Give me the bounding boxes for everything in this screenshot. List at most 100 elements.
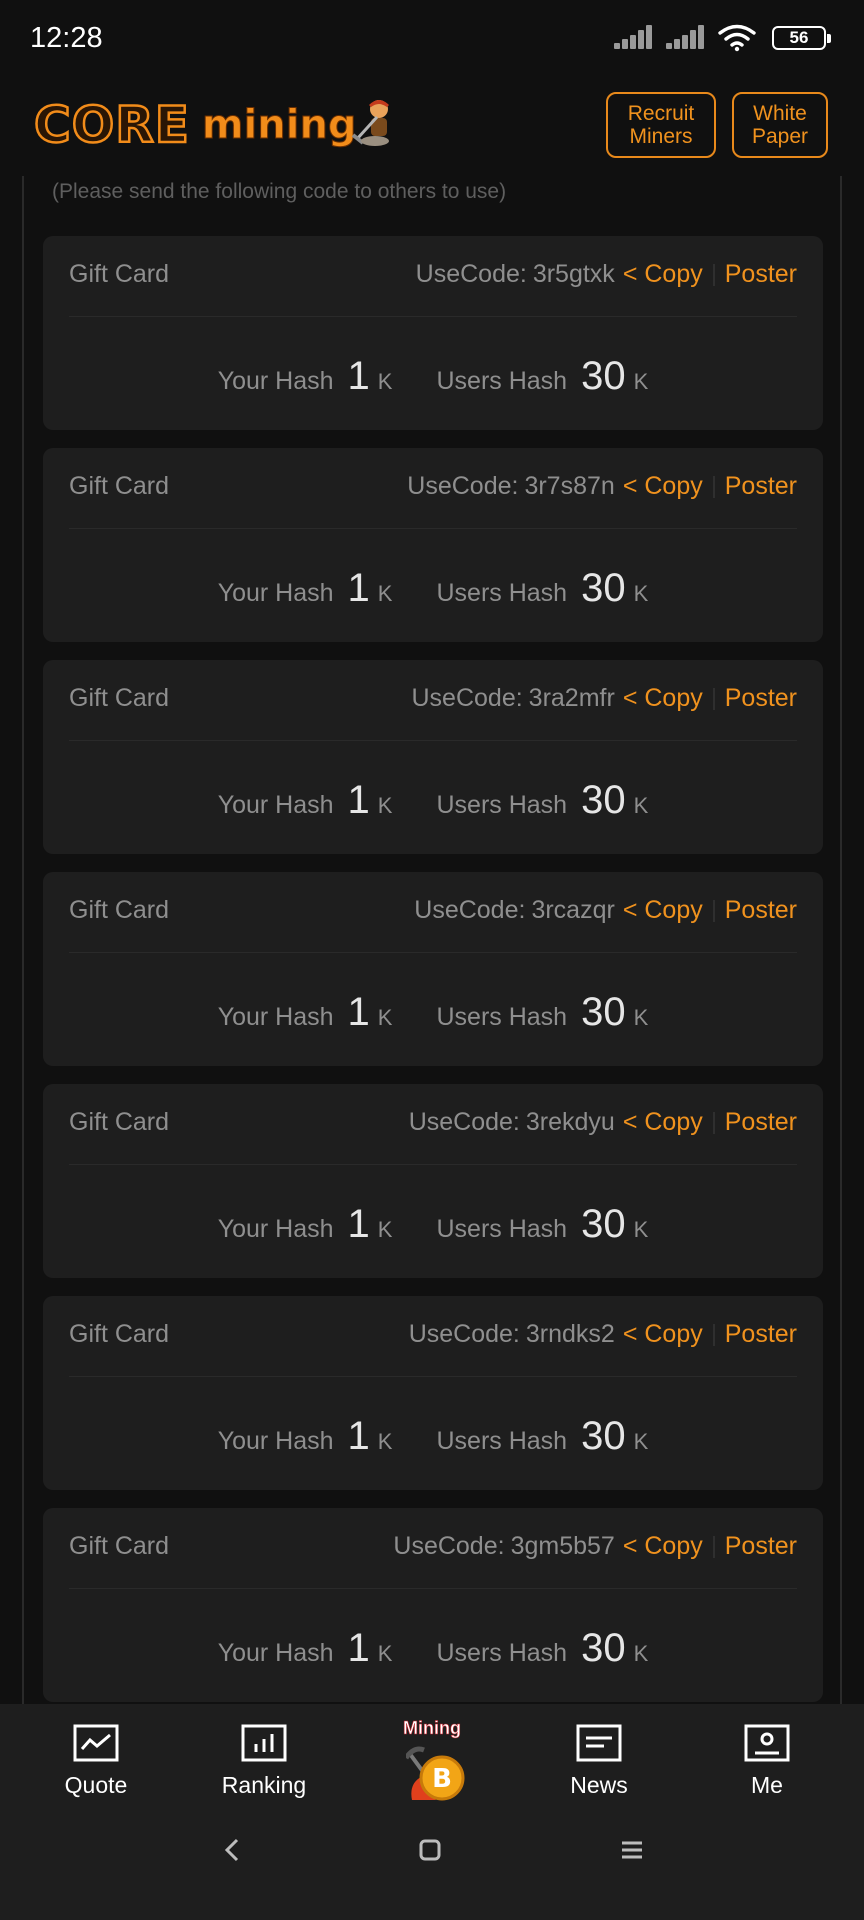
nav-quote[interactable]: Quote — [36, 1724, 156, 1799]
poster-button[interactable]: Poster — [725, 1532, 797, 1561]
battery-level: 56 — [789, 28, 809, 47]
your-hash-label: Your Hash — [217, 791, 334, 819]
users-hash-value: 30 — [581, 778, 626, 822]
your-hash-unit: K — [377, 1005, 393, 1030]
users-hash-value: 30 — [581, 1414, 626, 1458]
card-title: Gift Card — [69, 684, 170, 712]
usecode-label: UseCode: — [393, 1532, 505, 1560]
users-hash-unit: K — [633, 1429, 649, 1454]
hash-row: Your Hash 1 K Users Hash 30 K — [43, 990, 823, 1035]
home-icon[interactable] — [410, 1830, 450, 1870]
nav-mining-label: Mining — [403, 1718, 462, 1739]
white-paper-button[interactable]: White Paper — [732, 92, 828, 158]
logo-mining-text: mining — [201, 102, 357, 149]
gift-card: Gift Card UseCode: 3ra2mfr < Copy Poster… — [43, 660, 823, 854]
separator — [712, 1535, 715, 1558]
nav-ranking[interactable]: Ranking — [204, 1724, 324, 1799]
users-hash-label: Users Hash — [436, 1215, 568, 1243]
bitcoin-mining-icon: B — [406, 1746, 465, 1801]
poster-button[interactable]: Poster — [725, 1320, 797, 1349]
svg-text:B: B — [432, 1764, 452, 1794]
usecode-value: 3rekdyu — [525, 1108, 615, 1136]
screen: 12:28 56 CORE mining Recruit Miners Whit… — [0, 0, 864, 1920]
usecode-label: UseCode: — [414, 896, 526, 924]
card-divider — [69, 1376, 797, 1377]
status-bar: 12:28 56 — [0, 0, 864, 76]
users-hash-label: Users Hash — [436, 1003, 568, 1031]
nav-me[interactable]: Me — [707, 1724, 827, 1799]
card-title: Gift Card — [69, 1108, 170, 1136]
users-hash-label: Users Hash — [436, 579, 568, 607]
profile-icon — [744, 1724, 790, 1762]
copy-button[interactable]: < Copy — [623, 896, 703, 925]
logo-core-text: CORE — [33, 95, 190, 156]
copy-button[interactable]: < Copy — [623, 684, 703, 713]
copy-button[interactable]: < Copy — [623, 1320, 703, 1349]
your-hash-value: 1 — [347, 354, 370, 398]
card-code-row: UseCode: 3r7s87n < Copy Poster — [407, 472, 797, 501]
separator — [712, 899, 715, 922]
your-hash-value: 1 — [347, 778, 370, 822]
status-icons: 56 — [614, 24, 831, 52]
nav-quote-label: Quote — [64, 1772, 128, 1798]
poster-button[interactable]: Poster — [725, 1108, 797, 1137]
recents-menu-icon[interactable] — [612, 1830, 652, 1870]
users-hash-unit: K — [633, 793, 649, 818]
hash-row: Your Hash 1 K Users Hash 30 K — [43, 566, 823, 611]
poster-button[interactable]: Poster — [725, 260, 797, 289]
copy-button[interactable]: < Copy — [623, 472, 703, 501]
gift-card-panel[interactable]: (Please send the following code to other… — [22, 176, 842, 1704]
users-hash-label: Users Hash — [436, 791, 568, 819]
card-divider — [69, 740, 797, 741]
hash-row: Your Hash 1 K Users Hash 30 K — [43, 354, 823, 399]
hash-row: Your Hash 1 K Users Hash 30 K — [43, 1414, 823, 1459]
recruit-miners-button[interactable]: Recruit Miners — [606, 92, 716, 158]
gift-card: Gift Card UseCode: 3gm5b57 < Copy Poster… — [43, 1508, 823, 1702]
poster-button[interactable]: Poster — [725, 684, 797, 713]
card-code-row: UseCode: 3rcazqr < Copy Poster — [414, 896, 797, 925]
separator — [712, 1323, 715, 1346]
nav-mining[interactable]: Mining B — [392, 1718, 472, 1806]
signal-2-icon — [666, 25, 706, 51]
card-title: Gift Card — [69, 1320, 170, 1348]
gift-card: Gift Card UseCode: 3rekdyu < Copy Poster… — [43, 1084, 823, 1278]
poster-button[interactable]: Poster — [725, 896, 797, 925]
your-hash-value: 1 — [347, 1202, 370, 1246]
card-divider — [69, 316, 797, 317]
poster-button[interactable]: Poster — [725, 472, 797, 501]
separator — [712, 475, 715, 498]
usecode-label: UseCode: — [415, 260, 527, 288]
card-title: Gift Card — [69, 1532, 170, 1560]
usecode-value: 3r5gtxk — [532, 260, 615, 288]
gift-card: Gift Card UseCode: 3rcazqr < Copy Poster… — [43, 872, 823, 1066]
your-hash-label: Your Hash — [217, 367, 334, 395]
hash-row: Your Hash 1 K Users Hash 30 K — [43, 1202, 823, 1247]
nav-news[interactable]: News — [539, 1724, 659, 1799]
copy-button[interactable]: < Copy — [623, 1532, 703, 1561]
your-hash-label: Your Hash — [217, 1639, 334, 1667]
signal-1-icon — [614, 25, 654, 51]
wifi-icon — [718, 24, 756, 52]
copy-button[interactable]: < Copy — [623, 260, 703, 289]
back-icon[interactable] — [212, 1830, 252, 1870]
usecode-label: UseCode: — [408, 1108, 520, 1136]
your-hash-unit: K — [377, 1429, 393, 1454]
your-hash-label: Your Hash — [217, 579, 334, 607]
usecode-value: 3gm5b57 — [510, 1532, 615, 1560]
users-hash-value: 30 — [581, 566, 626, 610]
users-hash-unit: K — [633, 1005, 649, 1030]
users-hash-value: 30 — [581, 1626, 626, 1670]
separator — [712, 1111, 715, 1134]
users-hash-label: Users Hash — [436, 1639, 568, 1667]
ranking-bars-icon — [241, 1724, 287, 1762]
card-title: Gift Card — [69, 472, 170, 500]
miner-mascot-icon — [351, 100, 389, 146]
card-title: Gift Card — [69, 260, 170, 288]
separator — [712, 687, 715, 710]
users-hash-value: 30 — [581, 1202, 626, 1246]
quote-chart-icon — [73, 1724, 119, 1762]
your-hash-label: Your Hash — [217, 1003, 334, 1031]
card-divider — [69, 528, 797, 529]
copy-button[interactable]: < Copy — [623, 1108, 703, 1137]
battery-icon: 56 — [772, 26, 831, 50]
